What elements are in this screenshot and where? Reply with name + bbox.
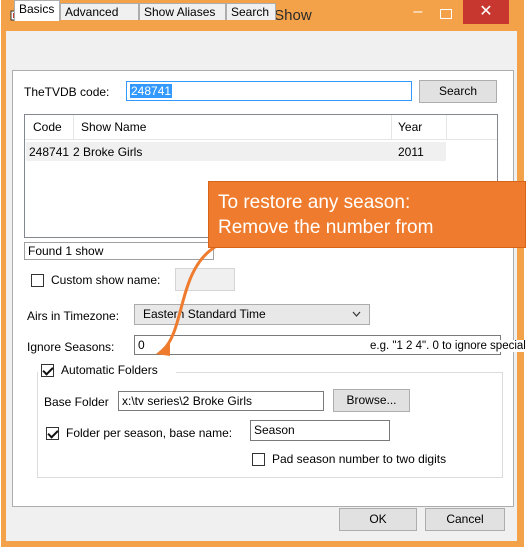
base-folder-label: Base Folder (44, 395, 109, 409)
folder-per-season-checkbox[interactable] (46, 427, 59, 440)
base-folder-input[interactable]: x:\tv series\2 Broke Girls (118, 391, 324, 411)
automatic-folders-checkbox[interactable] (41, 364, 54, 377)
custom-name-checkbox[interactable] (31, 274, 44, 287)
cell-year: 2011 (398, 145, 424, 159)
minimize-button[interactable]: – (406, 4, 430, 24)
results-header: Code Show Name Year (25, 115, 497, 140)
automatic-folders-label: Automatic Folders (61, 363, 158, 377)
callout-line-2: Remove the number from (218, 217, 434, 238)
cancel-button[interactable]: Cancel (425, 508, 505, 531)
browse-button[interactable]: Browse... (333, 389, 410, 412)
pad-season-checkbox[interactable] (252, 453, 265, 466)
custom-name-input[interactable] (175, 268, 235, 291)
column-year[interactable]: Year (398, 120, 422, 134)
table-row[interactable]: 248741 2 Broke Girls 2011 (26, 142, 446, 161)
annotation-callout: To restore any season: Remove the number… (208, 181, 526, 248)
column-separator (391, 115, 392, 139)
ok-button[interactable]: OK (339, 508, 417, 531)
pad-season-label: Pad season number to two digits (272, 452, 447, 466)
column-separator (73, 115, 74, 139)
tab-advanced[interactable]: Advanced (60, 3, 139, 20)
search-button[interactable]: Search (419, 80, 497, 103)
tab-basics[interactable]: Basics (14, 0, 60, 21)
tab-show-aliases[interactable]: Show Aliases (139, 3, 226, 20)
cell-show-name: 2 Broke Girls (73, 145, 143, 159)
timezone-label: Airs in Timezone: (27, 309, 120, 323)
tvdb-code-value: 248741 (130, 84, 173, 98)
status-field: Found 1 show (24, 242, 214, 260)
tvdb-code-input[interactable]: 248741 (126, 81, 412, 101)
close-button[interactable]: ✕ (463, 0, 509, 24)
custom-name-label: Custom show name: (51, 273, 161, 287)
timezone-value: Eastern Standard Time (143, 307, 266, 321)
tab-search[interactable]: Search (226, 3, 276, 20)
folder-per-season-label: Folder per season, base name: (66, 426, 233, 440)
cell-code: 248741 (29, 145, 70, 159)
tvdb-code-label: TheTVDB code: (24, 85, 110, 99)
column-show-name[interactable]: Show Name (81, 120, 146, 134)
timezone-select[interactable]: Eastern Standard Time (134, 304, 370, 325)
column-code[interactable]: Code (33, 120, 62, 134)
chevron-down-icon (352, 311, 361, 317)
maximize-button[interactable] (433, 4, 457, 24)
ignore-seasons-hint: e.g. "1 2 4". 0 to ignore specials. (370, 340, 526, 352)
season-base-name-input[interactable]: Season (250, 420, 390, 441)
callout-line-1: To restore any season: (218, 192, 411, 213)
ignore-seasons-label: Ignore Seasons: (27, 340, 115, 354)
column-separator (446, 115, 447, 139)
